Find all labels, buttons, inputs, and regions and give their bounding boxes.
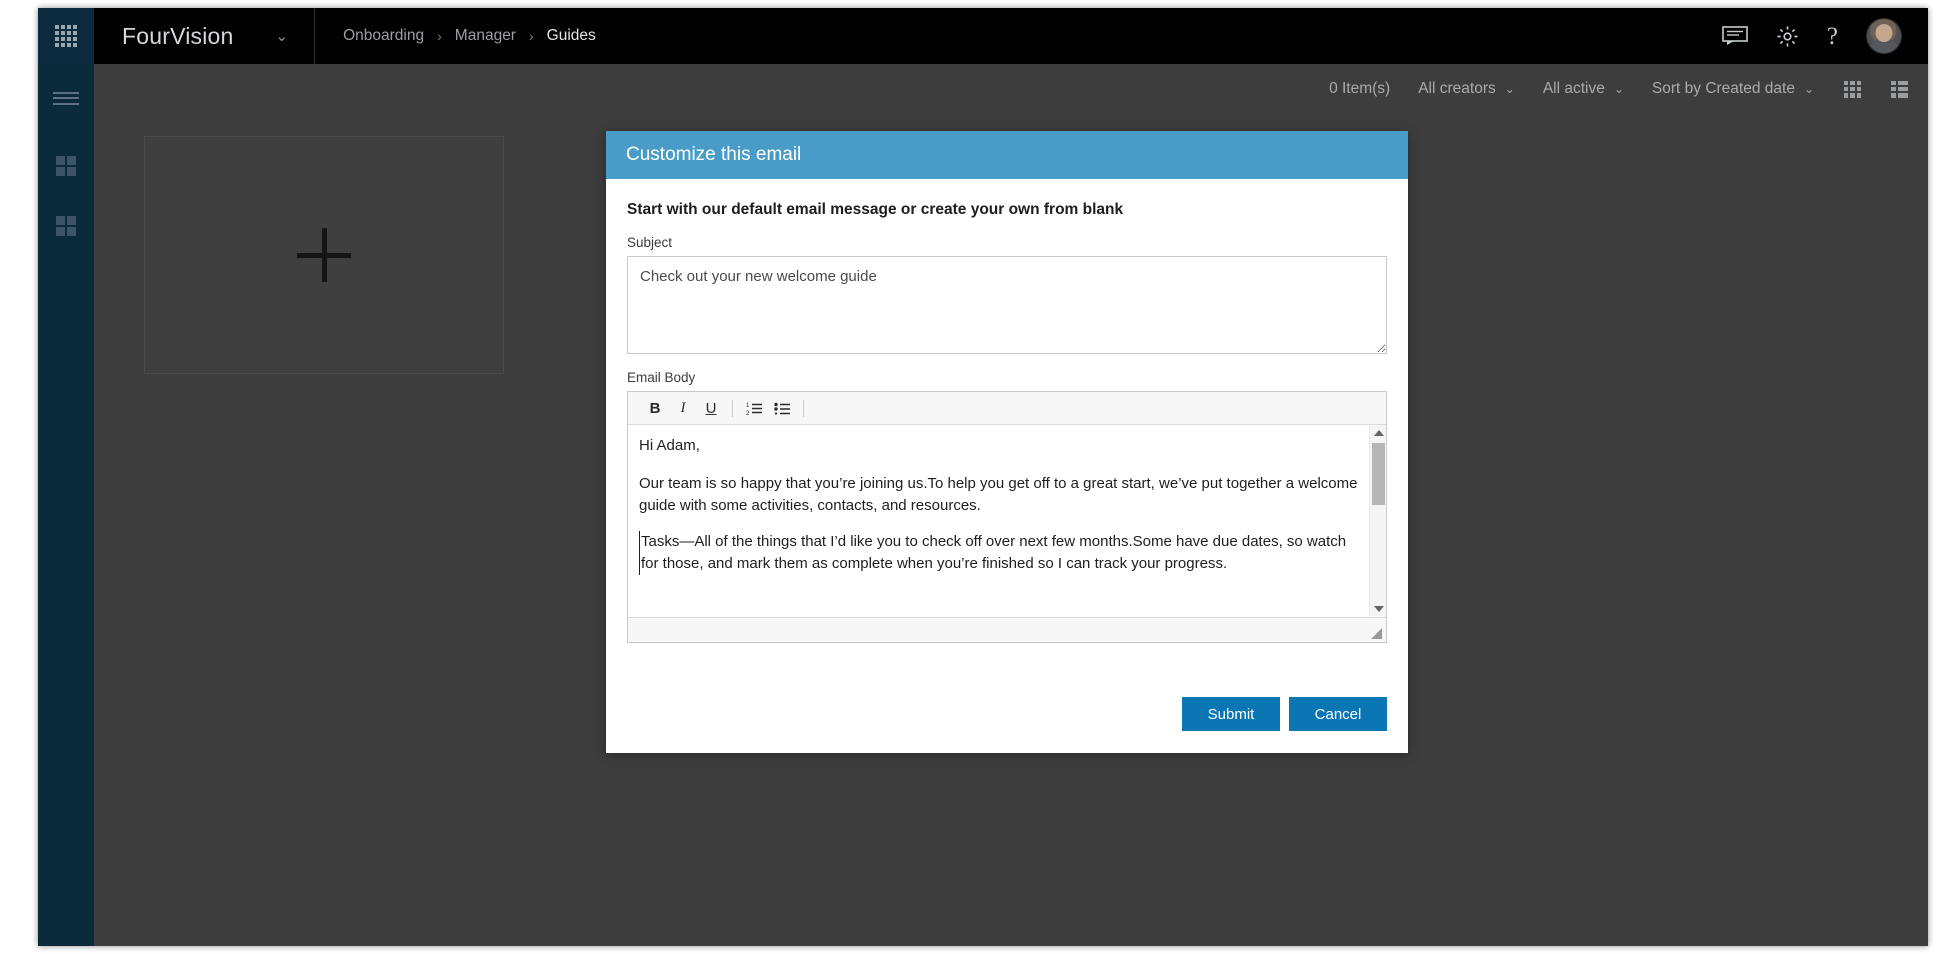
status-filter-label: All active [1542,80,1605,97]
editor-scrollbar[interactable] [1369,425,1386,617]
chevron-down-icon: ⌄ [1613,82,1624,96]
list-view-icon[interactable] [1891,80,1908,98]
grid-view-shape [1844,80,1861,98]
breadcrumb-item-guides[interactable]: Guides [547,27,596,45]
email-body-label: Email Body [627,370,696,385]
chevron-down-icon: ⌄ [1803,82,1814,96]
topbar-actions: ? [1722,8,1928,64]
feedback-icon[interactable] [1722,26,1748,46]
dialog-title: Customize this email [626,144,802,165]
email-paragraph-2: Our team is so happy that you’re joining… [639,475,1358,515]
subject-label: Subject [627,235,673,250]
app-window: FourVision ⌄ Onboarding › Manager › Guid… [38,8,1928,946]
chevron-down-icon: ⌄ [1504,82,1515,96]
app-launcher-waffle-icon[interactable] [38,8,94,64]
breadcrumb-separator: › [437,28,442,44]
editor-toolbar: B I U 1 2 [628,392,1386,425]
gear-icon[interactable] [1776,25,1799,48]
unordered-list-icon[interactable] [768,396,796,421]
dialog-header: Customize this email [606,131,1408,179]
chevron-down-icon[interactable]: ⌄ [276,29,289,44]
breadcrumb-item-manager[interactable]: Manager [455,27,516,45]
breadcrumb: Onboarding › Manager › Guides [315,8,596,64]
editor-status-bar [628,617,1386,642]
toolbar-divider [732,399,733,417]
cancel-button[interactable]: Cancel [1289,697,1387,731]
brand-block: FourVision ⌄ [94,8,288,64]
submit-button[interactable]: Submit [1182,697,1280,731]
resize-grip-icon[interactable] [1371,628,1382,639]
quad-shape [56,156,76,176]
ordered-list-icon[interactable]: 1 2 [740,396,768,421]
email-paragraph-3: Tasks—All of the things that I’d like yo… [639,530,1360,575]
help-icon[interactable]: ? [1827,24,1838,49]
status-filter-dropdown[interactable]: All active ⌄ [1543,80,1624,98]
svg-text:2: 2 [746,411,750,416]
email-paragraph-1: Hi Adam, [639,437,700,454]
sort-filter-label: Sort by Created date [1651,80,1795,97]
waffle-grid [55,25,77,47]
dialog-intro-text: Start with our default email message or … [627,201,1124,218]
quad-shape [56,216,76,236]
rich-text-editor: B I U 1 2 Hi Adam, Our team is so happy … [627,391,1387,643]
breadcrumb-separator: › [528,28,534,44]
scroll-down-arrow-icon[interactable] [1370,601,1386,617]
editor-content-area[interactable]: Hi Adam, Our team is so happy that you’r… [628,425,1386,617]
plus-icon [297,228,351,282]
sort-filter-dropdown[interactable]: Sort by Created date ⌄ [1652,80,1814,98]
user-avatar[interactable] [1866,18,1902,54]
italic-icon[interactable]: I [669,396,697,421]
dialog-footer: Submit Cancel [1182,697,1387,731]
hamburger-menu-icon[interactable] [38,76,94,120]
add-guide-card[interactable] [144,136,504,374]
customize-email-dialog: Customize this email Start with our defa… [606,131,1408,753]
creators-filter-label: All creators [1418,80,1496,97]
grid-view-icon[interactable] [1844,80,1861,98]
list-view-shape [1891,80,1908,98]
subject-input[interactable] [627,256,1387,354]
item-count-label: 0 Item(s) [1329,80,1391,97]
svg-text:1: 1 [746,403,750,409]
toolbar-divider [803,399,804,417]
grid-quad-icon-2[interactable] [38,204,94,248]
breadcrumb-item-onboarding[interactable]: Onboarding [343,27,424,45]
scrollbar-thumb[interactable] [1372,443,1385,505]
hamburger-bars [53,91,79,105]
filter-toolbar: 0 Item(s) All creators ⌄ All active ⌄ So… [1301,72,1908,106]
left-nav-rail [38,64,94,946]
editor-text[interactable]: Hi Adam, Our team is so happy that you’r… [628,425,1386,598]
dialog-body: Start with our default email message or … [606,179,1408,643]
creators-filter-dropdown[interactable]: All creators ⌄ [1418,80,1515,98]
brand-name: FourVision [122,22,234,49]
underline-icon[interactable]: U [697,396,725,421]
grid-quad-icon-1[interactable] [38,144,94,188]
top-app-bar: FourVision ⌄ Onboarding › Manager › Guid… [38,8,1928,64]
scroll-up-arrow-icon[interactable] [1370,425,1386,441]
bold-icon[interactable]: B [641,396,669,421]
